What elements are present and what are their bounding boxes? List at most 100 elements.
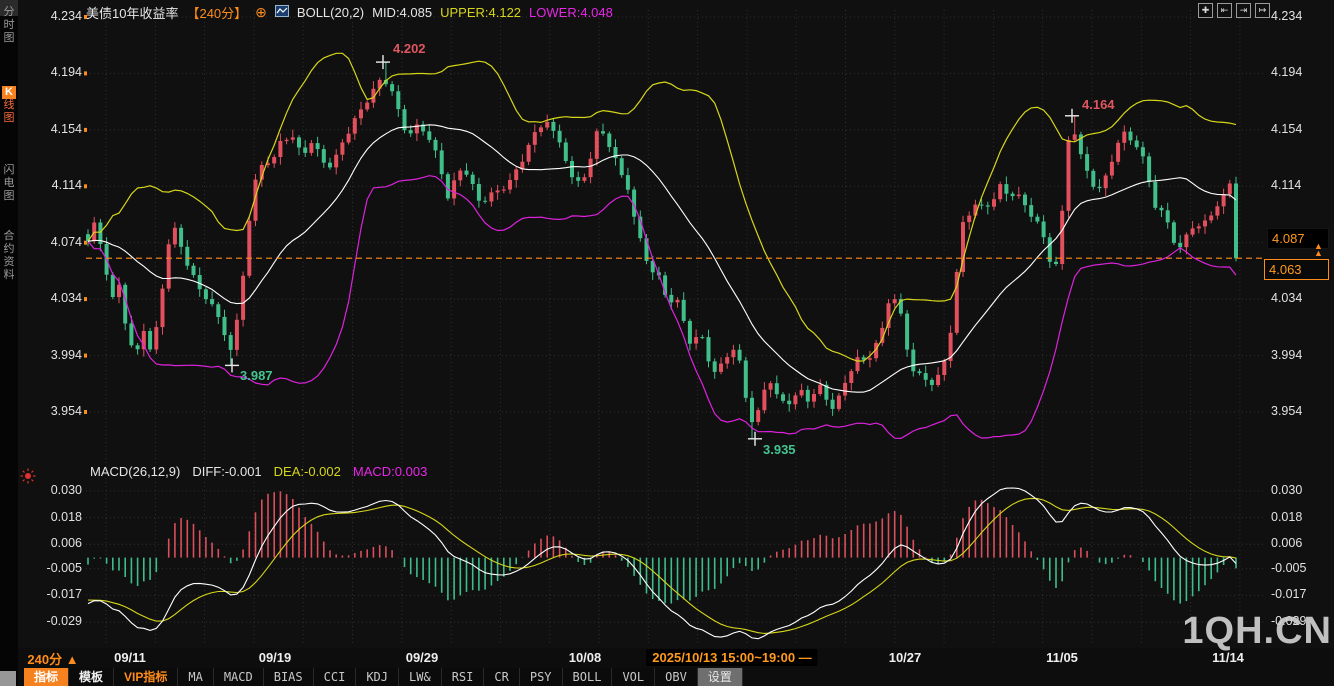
sidebar-tab-char: K [2,86,16,99]
boll-indicator-label: BOLL(20,2) [297,5,364,20]
y-axis-label-left: 4.114 [20,178,82,192]
boll-mid-value: MID:4.085 [372,5,432,20]
crosshair-icon[interactable]: ✚ [1198,3,1213,18]
sidebar-tab-char: 图 [0,32,18,45]
y-axis-label-left: 4.194 [20,65,82,79]
toolbar-button-指标[interactable]: 指标 [24,668,69,686]
x-axis-date-label: 09/11 [114,650,146,665]
period-dropdown-arrow-icon: ▲ [66,652,79,667]
x-axis-date-label: 10/27 [889,650,922,665]
extreme-price-label: 4.164 [1082,97,1115,112]
sidebar-tab-合约资料[interactable]: 合约资料 [0,230,18,282]
kline-chart[interactable] [0,0,1334,686]
sidebar-tab-char: 闪 [0,164,18,177]
toolbar-button-KDJ[interactable]: KDJ [356,668,399,686]
toolbar-button-VIP指标[interactable]: VIP指标 [114,668,178,686]
fit-right-axis-icon[interactable]: ⇥ [1236,3,1251,18]
y-axis-label-right: 3.994 [1271,348,1302,362]
y-axis-label-right: 4.154 [1271,122,1302,136]
y-axis-label-right: 4.114 [1271,178,1301,192]
window-layout-icons: ✚ ⇤ ⇥ ↦ [1198,3,1270,18]
y-axis-label-right: 4.234 [1271,9,1302,23]
toolbar-button-模板[interactable]: 模板 [69,668,114,686]
macd-axis-label-left: -0.005 [20,561,82,575]
toolbar-button-LW&[interactable]: LW& [399,668,442,686]
toolbar-button-RSI[interactable]: RSI [442,668,485,686]
fit-left-axis-icon[interactable]: ⇤ [1217,3,1232,18]
extreme-price-label: 3.987 [240,368,273,383]
add-indicator-icon[interactable]: ⊕ [255,5,267,19]
y-axis-label-left: 4.034 [20,291,82,305]
macd-diff-value: DIFF:-0.001 [192,464,261,479]
trading-app: 分时图K线图闪电图合约资料 美债10年收益率 【240分】 ⊕ BOLL(20,… [0,0,1334,686]
y-axis-label-left: 4.154 [20,122,82,136]
boll-lower-value: LOWER:4.048 [529,5,613,20]
macd-macd-value: MACD:0.003 [353,464,427,479]
y-axis-label-right: 4.194 [1271,65,1302,79]
sidebar-tab-分时图[interactable]: 分时图 [0,6,18,45]
macd-indicator-label: MACD(26,12,9) [90,464,180,479]
sidebar-tab-char: 合 [0,230,18,243]
pan-right-icon[interactable]: ↦ [1255,3,1270,18]
macd-axis-label-right: -0.005 [1271,561,1306,575]
sidebar-tab-char: 料 [0,269,18,282]
chart-type-icon [275,5,289,20]
macd-axis-label-left: -0.029 [20,614,82,628]
period-label[interactable]: 【240分】 [186,3,247,22]
sidebar: 分时图K线图闪电图合约资料 [0,0,18,686]
toolbar-button-VOL[interactable]: VOL [612,668,655,686]
sidebar-tab-char: 图 [0,190,18,203]
toolbar-button-PSY[interactable]: PSY [520,668,563,686]
chart-title-row: 美债10年收益率 【240分】 ⊕ BOLL(20,2) MID:4.085 U… [86,3,613,21]
x-axis-date-label: 10/08 [569,650,602,665]
indicator-toolbar: 指标模板VIP指标MAMACDBIASCCIKDJLW&RSICRPSYBOLL… [24,668,743,686]
macd-axis-label-left: 0.018 [20,510,82,524]
y-axis-label-left: 3.954 [20,404,82,418]
macd-axis-label-left: 0.006 [20,536,82,550]
y-axis-label-left: 3.994 [20,348,82,362]
current-price-tag: 4.063 [1264,259,1329,280]
alert-dot-icon[interactable] [20,468,36,489]
resize-corner[interactable] [0,671,16,686]
sidebar-tab-char: 时 [0,19,18,32]
macd-dea-value: DEA:-0.002 [274,464,341,479]
macd-header: MACD(26,12,9) DIFF:-0.001 DEA:-0.002 MAC… [90,464,427,479]
y-axis-label-right: 3.954 [1271,404,1302,418]
y-axis-label-left: 4.074 [20,235,82,249]
toolbar-button-设置[interactable]: 设置 [698,668,743,686]
selected-candle-time-label: 2025/10/13 15:00~19:00 — [646,649,817,666]
sidebar-tab-K线图[interactable]: K线图 [0,86,18,125]
price-marker-icon: ▲▲ [1314,243,1323,257]
y-axis-label-right: 4.034 [1271,291,1302,305]
instrument-name: 美债10年收益率 [86,3,178,22]
sidebar-tab-闪电图[interactable]: 闪电图 [0,164,18,203]
macd-axis-label-right: 0.006 [1271,536,1302,550]
period-selector[interactable]: 240分 ▲ [22,649,84,668]
sidebar-tab-char: 线 [0,99,18,112]
sidebar-tab-char: 资 [0,256,18,269]
toolbar-button-CR[interactable]: CR [484,668,519,686]
toolbar-button-BOLL[interactable]: BOLL [563,668,613,686]
y-axis-label-left: 4.234 [20,9,82,23]
macd-axis-label-left: -0.017 [20,587,82,601]
sidebar-tab-char: 约 [0,243,18,256]
sidebar-tab-char: 电 [0,177,18,190]
toolbar-button-MACD[interactable]: MACD [214,668,264,686]
macd-axis-label-right: -0.017 [1271,587,1306,601]
toolbar-button-MA[interactable]: MA [178,668,213,686]
extreme-price-label: 3.935 [763,442,796,457]
chart-canvas[interactable] [0,0,1334,648]
x-axis-date-label: 11/05 [1046,650,1078,665]
boll-upper-value: UPPER:4.122 [440,5,521,20]
sidebar-tab-char: 图 [0,112,18,125]
macd-axis-label-right: 0.018 [1271,510,1302,524]
toolbar-button-OBV[interactable]: OBV [655,668,698,686]
sidebar-tab-char: 分 [0,6,18,19]
x-axis-date-label: 09/29 [406,650,439,665]
toolbar-button-BIAS[interactable]: BIAS [264,668,314,686]
x-axis-date-label: 09/19 [259,650,292,665]
macd-axis-label-right: 0.030 [1271,483,1302,497]
toolbar-button-CCI[interactable]: CCI [314,668,357,686]
extreme-price-label: 4.202 [393,41,426,56]
watermark: 1QH.CN [1182,610,1332,653]
